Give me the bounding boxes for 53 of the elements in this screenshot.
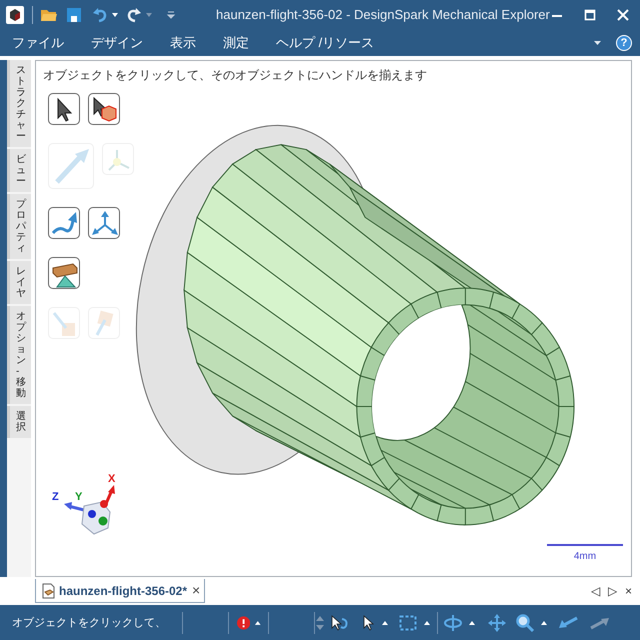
- window-title: haunzen-flight-356-02 - DesignSpark Mechanical Explorer: [216, 6, 550, 24]
- document-tab[interactable]: haunzen-flight-356-02* ×: [35, 579, 206, 603]
- cursor-rotate-icon[interactable]: [331, 614, 349, 630]
- tab-close-button[interactable]: ×: [192, 580, 200, 601]
- caret-up-icon[interactable]: [423, 620, 431, 626]
- caret-up-icon[interactable]: [254, 620, 262, 626]
- y-axis-label: Y: [75, 492, 82, 503]
- menu-item[interactable]: ヘルプ /リソース: [276, 33, 374, 53]
- scale-label: 4mm: [574, 550, 596, 564]
- forward-arrow-icon: [590, 616, 610, 630]
- folder-icon[interactable]: [40, 7, 58, 23]
- orbit-icon[interactable]: [444, 614, 462, 632]
- caret-icon[interactable]: [593, 40, 602, 46]
- zoom-icon[interactable]: [516, 614, 534, 632]
- side-tab[interactable]: 選択: [7, 406, 31, 438]
- error-icon[interactable]: [237, 616, 250, 630]
- pan-icon[interactable]: [488, 614, 506, 632]
- customize-caret-icon[interactable]: [166, 10, 176, 20]
- caret-up-icon[interactable]: [468, 620, 476, 626]
- menu-item[interactable]: 測定: [223, 33, 249, 53]
- save-icon[interactable]: [66, 7, 82, 23]
- side-tab[interactable]: ビュー: [7, 149, 31, 192]
- cursor-icon[interactable]: [363, 614, 375, 630]
- menu-item[interactable]: ファイル: [12, 33, 64, 53]
- side-tab[interactable]: レイヤ: [7, 261, 31, 304]
- back-arrow-icon[interactable]: [558, 616, 578, 630]
- tool-button[interactable]: [48, 93, 80, 125]
- side-tab[interactable]: ストラクチャー: [7, 60, 31, 147]
- scroll-left-button[interactable]: ◁: [590, 582, 600, 600]
- part-document-icon: [40, 582, 56, 598]
- redo-icon[interactable]: [126, 7, 142, 23]
- caret-up-icon[interactable]: [540, 620, 548, 626]
- status-message: オブジェクトをクリックして、: [12, 616, 166, 630]
- scroll-right-button[interactable]: ▷: [608, 582, 617, 600]
- close-icon[interactable]: [617, 9, 629, 21]
- tool-button[interactable]: [48, 257, 80, 289]
- caret-icon: [145, 12, 153, 18]
- menu-item[interactable]: デザイン: [91, 33, 143, 53]
- x-axis-label: X: [108, 474, 116, 485]
- tool-button[interactable]: [88, 93, 120, 125]
- hint-text: オブジェクトをクリックして、そのオブジェクトにハンドルを揃えます: [43, 67, 427, 84]
- axis-triad-drawing[interactable]: [64, 485, 115, 535]
- z-axis-label: Z: [52, 492, 59, 503]
- maximize-icon[interactable]: [584, 9, 596, 21]
- box-select-icon[interactable]: [399, 614, 417, 630]
- app-logo-icon: [5, 5, 25, 25]
- side-tab[interactable]: オプション - 移動: [7, 306, 31, 404]
- caret-icon[interactable]: [111, 12, 119, 18]
- menu-item[interactable]: 表示: [170, 33, 196, 53]
- close-tab-button[interactable]: ×: [624, 582, 632, 600]
- caret-up-icon[interactable]: [381, 620, 389, 626]
- document-tab-label: haunzen-flight-356-02*: [59, 582, 188, 600]
- side-tab[interactable]: プロパティ: [7, 194, 31, 259]
